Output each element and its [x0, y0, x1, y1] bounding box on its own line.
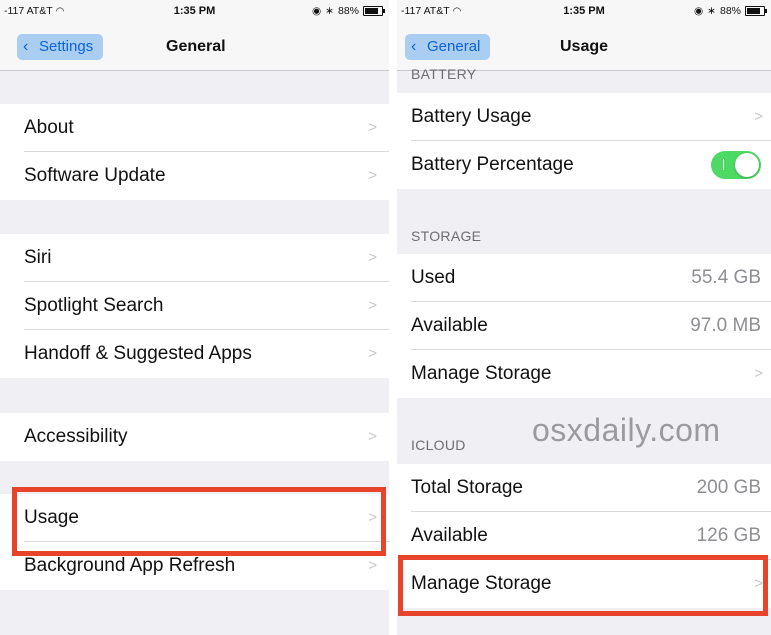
back-button-settings[interactable]: ‹ Settings — [17, 34, 104, 60]
back-arrow-icon: ‹ — [23, 38, 29, 55]
chevron-right-icon: > — [368, 428, 377, 445]
battery-icon — [363, 6, 385, 16]
bluetooth-icon: ∗ — [325, 5, 334, 17]
bluetooth-icon: ∗ — [707, 5, 716, 17]
settings-row-software-update[interactable]: Software Update > — [0, 152, 389, 200]
row-label: Siri — [24, 247, 52, 268]
chevron-right-icon: > — [368, 557, 377, 574]
row-label: Manage Storage — [411, 363, 552, 384]
settings-row-spotlight-search[interactable]: Spotlight Search > — [0, 282, 389, 330]
chevron-right-icon: > — [754, 575, 763, 592]
settings-row-about[interactable]: About > — [0, 104, 389, 152]
status-bar: -117 AT&T ◠ 1:35 PM ◉ ∗ 88% — [397, 0, 771, 22]
row-label: Battery Usage — [411, 106, 532, 127]
row-label: Software Update — [24, 165, 166, 186]
chevron-right-icon: > — [368, 297, 377, 314]
usage-row-used: Used 55.4 GB — [397, 254, 771, 302]
back-button-general[interactable]: ‹ General — [405, 34, 491, 60]
usage-settings-panel: -117 AT&T ◠ 1:35 PM ◉ ∗ 88% ‹ General Usa… — [397, 0, 771, 635]
alarm-icon: ◉ — [694, 5, 704, 17]
usage-row-battery-usage[interactable]: Battery Usage > — [397, 93, 771, 141]
navigation-bar: ‹ Settings General — [0, 22, 389, 71]
battery-percent-label: 88% — [719, 5, 741, 17]
chevron-right-icon: > — [368, 167, 377, 184]
row-label: Manage Storage — [411, 573, 552, 594]
section-header-icloud: ICLOUD — [411, 437, 466, 453]
settings-row-handoff[interactable]: Handoff & Suggested Apps > — [0, 330, 389, 378]
chevron-right-icon: > — [368, 249, 377, 266]
battery-percent-label: 88% — [337, 5, 359, 17]
settings-row-siri[interactable]: Siri > — [0, 234, 389, 282]
usage-row-manage-storage[interactable]: Manage Storage > — [397, 350, 771, 398]
settings-row-usage[interactable]: Usage > — [0, 494, 389, 542]
row-label: Usage — [24, 507, 79, 528]
back-button-label: Settings — [39, 38, 94, 55]
page-title: General — [166, 38, 226, 55]
row-value: 200 GB — [696, 477, 761, 498]
row-label: Available — [411, 525, 488, 546]
row-label: Handoff & Suggested Apps — [24, 343, 252, 364]
general-settings-panel: -117 AT&T ◠ 1:35 PM ◉ ∗ 88% ‹ Settings Ge… — [0, 0, 389, 635]
row-value: 126 GB — [696, 525, 761, 546]
settings-row-background-app-refresh[interactable]: Background App Refresh > — [0, 542, 389, 590]
chevron-right-icon: > — [754, 108, 763, 125]
status-bar: -117 AT&T ◠ 1:35 PM ◉ ∗ 88% — [0, 0, 389, 22]
row-value: 97.0 MB — [690, 315, 761, 336]
settings-row-accessibility[interactable]: Accessibility > — [0, 413, 389, 461]
chevron-right-icon: > — [368, 119, 377, 136]
chevron-right-icon: > — [368, 345, 377, 362]
row-label: Used — [411, 267, 456, 288]
page-title: Usage — [560, 38, 609, 55]
toggle-knob — [735, 153, 759, 177]
row-value: 55.4 GB — [691, 267, 761, 288]
row-label: Accessibility — [24, 426, 128, 447]
toggle-on-mark — [723, 159, 724, 170]
chevron-right-icon: > — [754, 365, 763, 382]
usage-row-icloud-total-storage: Total Storage 200 GB — [397, 464, 771, 512]
alarm-icon: ◉ — [312, 5, 322, 17]
row-label: Spotlight Search — [24, 295, 164, 316]
row-label: Total Storage — [411, 477, 523, 498]
usage-row-icloud-available: Available 126 GB — [397, 512, 771, 560]
panel-divider — [389, 0, 397, 635]
battery-percentage-toggle[interactable] — [711, 151, 761, 179]
row-label: Available — [411, 315, 488, 336]
section-header-battery: BATTERY — [411, 66, 477, 82]
battery-icon — [745, 6, 767, 16]
row-label: Background App Refresh — [24, 555, 236, 576]
watermark-text: osxdaily.com — [532, 412, 721, 448]
chevron-right-icon: > — [368, 509, 377, 526]
row-label: About — [24, 117, 74, 138]
section-header-storage: STORAGE — [411, 228, 482, 244]
usage-row-battery-percentage: Battery Percentage — [397, 141, 771, 189]
usage-row-icloud-manage-storage[interactable]: Manage Storage > — [397, 560, 771, 608]
row-label: Battery Percentage — [411, 154, 574, 175]
back-arrow-icon: ‹ — [411, 38, 417, 55]
back-button-label: General — [427, 38, 481, 55]
navigation-bar: ‹ General Usage — [397, 22, 771, 71]
usage-row-available: Available 97.0 MB — [397, 302, 771, 350]
